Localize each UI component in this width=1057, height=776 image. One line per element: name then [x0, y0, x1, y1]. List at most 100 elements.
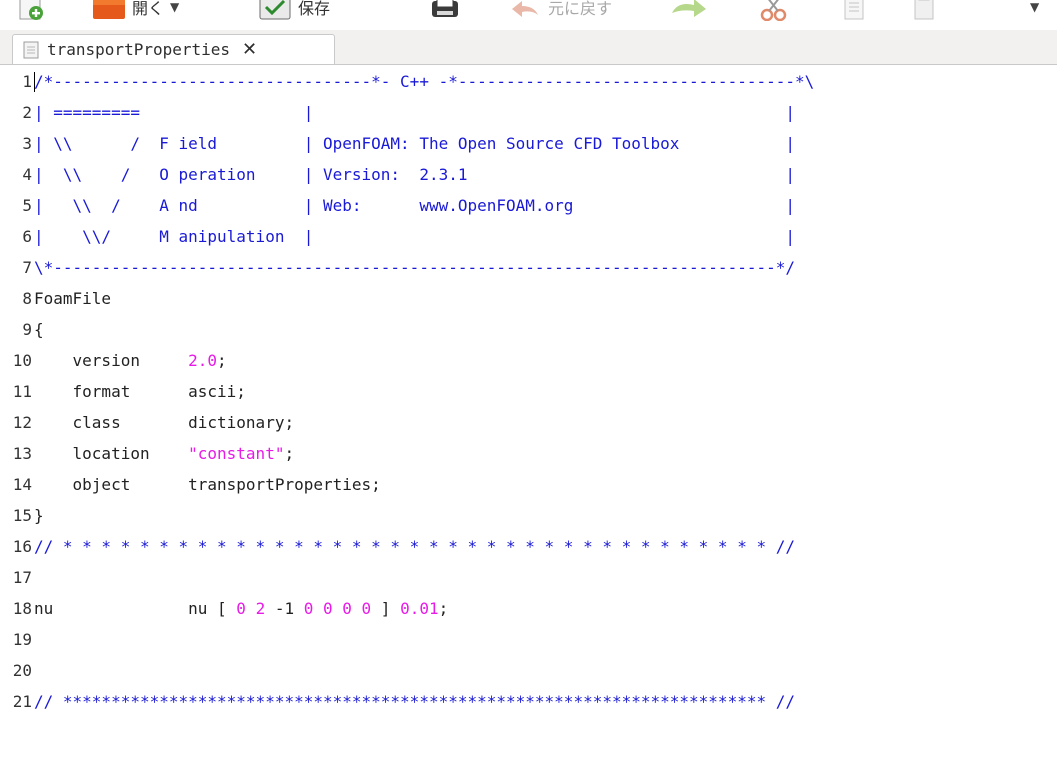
paste-button[interactable] — [910, 0, 938, 24]
code-token: "constant" — [188, 444, 285, 463]
code-text: object transportProperties; — [34, 469, 381, 500]
chevron-down-icon: ▼ — [1030, 0, 1040, 14]
line-number: 19 — [12, 630, 32, 649]
open-button[interactable]: 開く ▼ — [92, 0, 179, 24]
code-line: 4 | \\ / O peration | Version: 2.3.1 | — [0, 159, 1057, 190]
code-line: 14 object transportProperties; — [0, 469, 1057, 500]
line-number: 6 — [22, 227, 32, 246]
code-line: 10 version 2.0; — [0, 345, 1057, 376]
copy-icon — [844, 0, 864, 20]
code-line: 3 | \\ / F ield | OpenFOAM: The Open Sour… — [0, 128, 1057, 159]
folder-icon — [93, 0, 125, 19]
line-number: 9 — [22, 320, 32, 339]
scissors-icon — [760, 0, 787, 21]
code-token: class dictionary; — [34, 413, 295, 432]
code-line: 9{ — [0, 314, 1057, 345]
code-text: | ========= | | — [34, 97, 795, 128]
code-line: 18 nu nu [ 0 2 -1 0 0 0 0 ] 0.01; — [0, 593, 1057, 624]
code-token: 2.0 — [188, 351, 218, 370]
code-token: \*--------------------------------------… — [34, 258, 795, 277]
line-number: 1 — [22, 72, 32, 91]
code-line: 17 — [0, 562, 1057, 593]
code-editor[interactable]: 1/*---------------------------------*- C… — [0, 66, 1057, 776]
close-icon[interactable]: ✕ — [242, 39, 257, 60]
new-button[interactable] — [18, 0, 46, 24]
save-icon — [259, 0, 291, 20]
code-token: location — [34, 444, 189, 463]
line-number: 20 — [12, 661, 32, 680]
text-cursor — [34, 72, 35, 92]
code-token: | ========= | | — [34, 103, 795, 122]
code-token: nu nu [ — [34, 599, 237, 618]
undo-icon — [512, 1, 538, 17]
line-number: 3 — [22, 134, 32, 153]
code-line: 15} — [0, 500, 1057, 531]
line-number: 15 — [12, 506, 32, 525]
code-line: 2 | ========= | | — [0, 97, 1057, 128]
line-number: 11 — [12, 382, 32, 401]
code-line: 13 location "constant"; — [0, 438, 1057, 469]
toolbar: 開く ▼ 保存 元に戻す ▼ — [0, 0, 1057, 31]
line-number: 14 — [12, 475, 32, 494]
line-number: 7 — [22, 258, 32, 277]
code-token: FoamFile — [34, 289, 112, 308]
code-token: ] — [371, 599, 401, 618]
code-text: FoamFile — [34, 283, 111, 314]
code-token: 0 0 0 0 — [303, 599, 372, 618]
line-number: 5 — [22, 196, 32, 215]
code-text: nu nu [ 0 2 -1 0 0 0 0 ] 0.01; — [34, 593, 448, 624]
code-token: } — [34, 506, 44, 525]
copy-button[interactable] — [840, 0, 868, 24]
code-token: | \\ / A nd | Web: www.OpenFOAM.org | — [34, 196, 795, 215]
tab-transportProperties[interactable]: transportProperties ✕ — [12, 34, 335, 64]
code-token: format ascii; — [34, 382, 246, 401]
print-button[interactable] — [428, 0, 462, 24]
code-token: ; — [217, 351, 227, 370]
line-number: 16 — [12, 537, 32, 556]
open-label: 開く — [132, 0, 165, 18]
line-number: 18 — [12, 599, 32, 618]
document-icon — [23, 41, 39, 58]
tab-strip: transportProperties ✕ — [0, 30, 1057, 65]
code-text: | \\ / O peration | Version: 2.3.1 | — [34, 159, 795, 190]
code-line: 19 — [0, 624, 1057, 655]
line-number: 8 — [22, 289, 32, 308]
code-line: 16// * * * * * * * * * * * * * * * * * *… — [0, 531, 1057, 562]
redo-button[interactable] — [668, 0, 708, 24]
paste-icon — [914, 0, 934, 20]
code-text: } — [34, 500, 44, 531]
code-text: // *************************************… — [34, 686, 795, 717]
code-token: 0 2 — [236, 599, 275, 618]
tab-label: transportProperties — [47, 40, 231, 59]
code-line: 11 format ascii; — [0, 376, 1057, 407]
code-text: | \\ / A nd | Web: www.OpenFOAM.org | — [34, 190, 795, 221]
code-text: class dictionary; — [34, 407, 295, 438]
code-token: | \\/ M anipulation | | — [34, 227, 795, 246]
line-number: 2 — [22, 103, 32, 122]
code-line: 6 | \\/ M anipulation | | — [0, 221, 1057, 252]
code-token: ; — [284, 444, 295, 463]
undo-button[interactable]: 元に戻す — [508, 0, 612, 24]
code-line: 8 FoamFile — [0, 283, 1057, 314]
line-number: 4 — [22, 165, 32, 184]
code-text: // * * * * * * * * * * * * * * * * * * *… — [34, 531, 795, 562]
code-token: | \\ / F ield | OpenFOAM: The Open Sourc… — [34, 134, 795, 153]
code-line: 21// ***********************************… — [0, 686, 1057, 717]
new-document-icon — [19, 0, 43, 20]
code-line: 7 \*-------------------------------------… — [0, 252, 1057, 283]
chevron-down-icon[interactable]: ▼ — [170, 0, 179, 14]
code-token: ; — [438, 599, 449, 618]
overflow-menu-button[interactable]: ▼ — [1030, 0, 1039, 24]
code-line: 1/*---------------------------------*- C… — [0, 66, 1057, 97]
code-line: 12 class dictionary; — [0, 407, 1057, 438]
code-text: | \\ / F ield | OpenFOAM: The Open Sourc… — [34, 128, 795, 159]
code-text: location "constant"; — [34, 438, 295, 469]
save-label: 保存 — [298, 0, 331, 18]
code-token: // * * * * * * * * * * * * * * * * * * *… — [34, 537, 795, 556]
cut-button[interactable] — [760, 0, 788, 24]
code-token: /*---------------------------------*- C+… — [34, 72, 815, 91]
undo-label: 元に戻す — [548, 0, 613, 18]
line-number: 10 — [12, 351, 32, 370]
code-token: 0.01 — [400, 599, 439, 618]
save-button[interactable]: 保存 — [258, 0, 330, 24]
